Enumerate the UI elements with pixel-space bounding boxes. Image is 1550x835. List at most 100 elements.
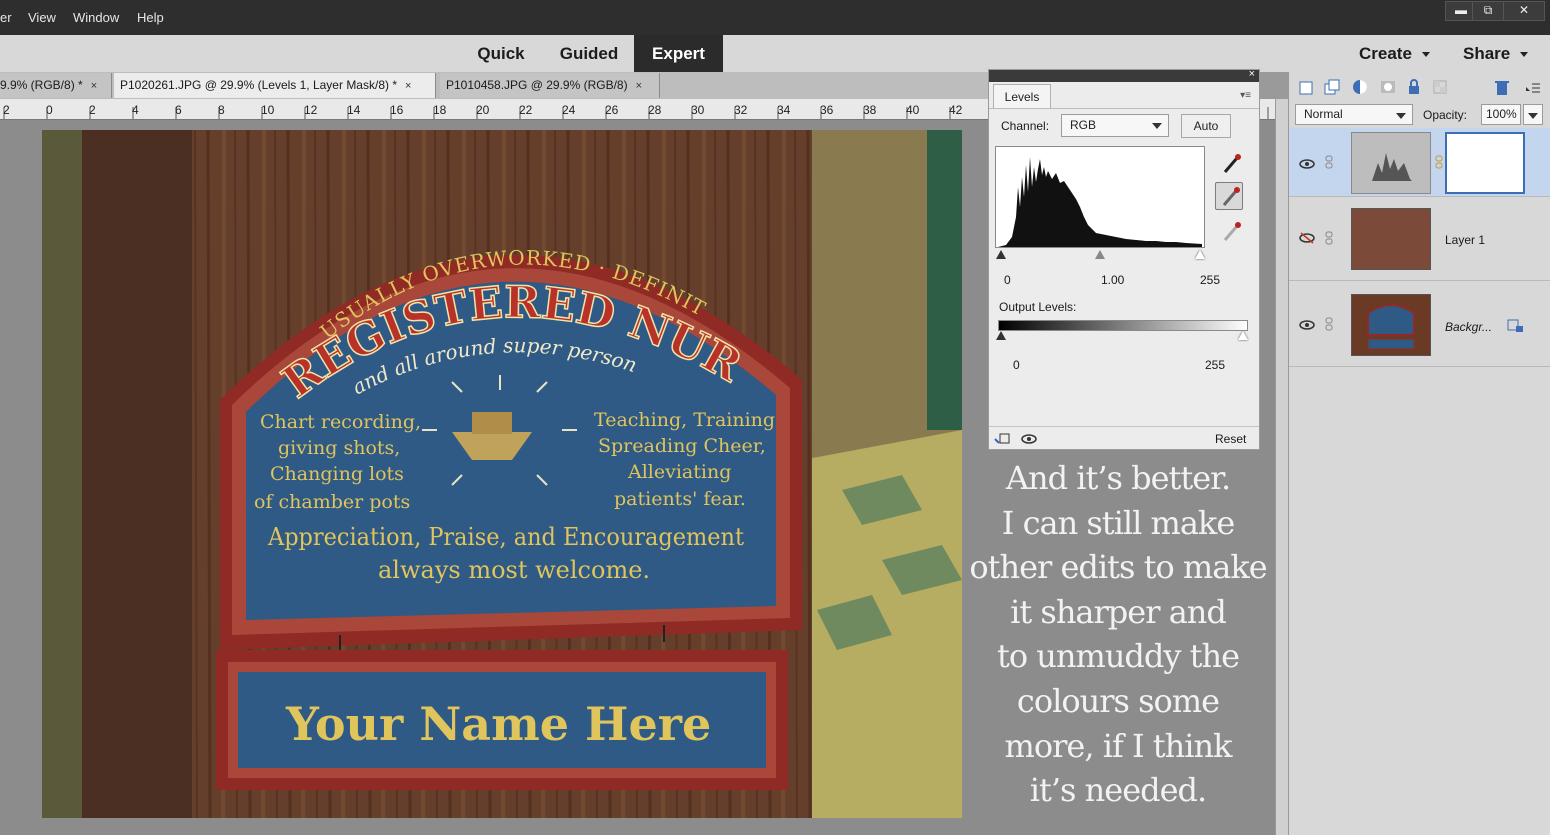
mode-expert-tab[interactable]: Expert xyxy=(634,35,723,72)
input-black-slider[interactable] xyxy=(996,250,1006,259)
opacity-dropdown[interactable] xyxy=(1523,104,1543,125)
reset-button[interactable]: Reset xyxy=(1215,432,1246,446)
menu-item-view[interactable]: View xyxy=(28,10,56,25)
share-label: Share xyxy=(1463,44,1511,63)
input-gamma-slider[interactable] xyxy=(1095,250,1105,259)
close-icon[interactable]: × xyxy=(405,80,411,92)
opacity-label: Opacity: xyxy=(1423,108,1468,122)
doc-tab-2[interactable]: P1020261.JPG @ 29.9% (Levels 1, Layer Ma… xyxy=(114,73,436,98)
doc-tab-1[interactable]: 9.9% (RGB/8) * × xyxy=(0,73,112,98)
blend-mode-select[interactable]: Normal xyxy=(1295,104,1413,125)
divider xyxy=(989,108,1259,109)
trash-icon[interactable] xyxy=(1493,78,1511,96)
chevron-down-icon xyxy=(1421,52,1430,58)
layer-mask-icon[interactable] xyxy=(1379,78,1397,96)
gray-point-eyedropper-icon[interactable] xyxy=(1215,182,1243,210)
annotation-line: to unmuddy the xyxy=(996,637,1240,676)
ruler-label: 36 xyxy=(820,103,834,117)
close-window-button[interactable]: ✕ xyxy=(1503,1,1545,21)
link-icon[interactable] xyxy=(1435,155,1443,169)
link-icon xyxy=(1325,155,1333,169)
annotation-line: other edits to make xyxy=(969,548,1267,587)
sign-right-line: Teaching, Training xyxy=(594,409,775,431)
layer-mask-thumbnail[interactable] xyxy=(1445,132,1525,194)
input-black-value: 0 xyxy=(1004,273,1011,287)
share-menu[interactable]: Share xyxy=(1463,35,1529,72)
lock-transparency-icon[interactable] xyxy=(1431,78,1449,96)
menu-item-file[interactable]: er xyxy=(0,10,12,25)
sign-right-line: Spreading Cheer, xyxy=(598,435,766,457)
vertical-scrollbar[interactable] xyxy=(1275,99,1289,835)
layer-name: Backgr... xyxy=(1445,320,1492,334)
ruler-label: 10 xyxy=(261,103,275,117)
ruler-label: 14 xyxy=(347,103,361,117)
chevron-down-icon xyxy=(1152,123,1162,129)
sign-left-line: giving shots, xyxy=(278,437,400,459)
annotation-text: And it’s better. I can still make other … xyxy=(968,456,1268,813)
black-point-eyedropper-icon[interactable] xyxy=(1217,150,1245,178)
ruler-label: 28 xyxy=(648,103,662,117)
ruler-label: 38 xyxy=(863,103,877,117)
new-layer-icon[interactable] xyxy=(1297,78,1315,96)
menu-item-help[interactable]: Help xyxy=(137,10,164,25)
layer-row-background[interactable]: Backgr... xyxy=(1289,282,1550,367)
eye-icon[interactable] xyxy=(1299,158,1315,170)
sign-right-line: patients' fear. xyxy=(614,488,746,510)
input-white-slider[interactable] xyxy=(1195,250,1205,259)
ruler-label: 34 xyxy=(777,103,791,117)
new-group-icon[interactable] xyxy=(1323,78,1341,96)
opacity-value: 100% xyxy=(1486,107,1517,121)
ruler-label: 20 xyxy=(476,103,490,117)
ruler-label: 30 xyxy=(691,103,705,117)
sign-name-plate: Your Name Here xyxy=(285,697,711,751)
close-icon[interactable]: × xyxy=(1249,68,1255,80)
doc-tab-3[interactable]: P1010458.JPG @ 29.9% (RGB/8) × xyxy=(440,73,660,98)
lock-icon[interactable] xyxy=(1405,78,1423,96)
white-point-eyedropper-icon[interactable] xyxy=(1217,218,1245,246)
ruler-label: 42 xyxy=(949,103,963,117)
sign-left-line: Changing lots xyxy=(270,463,404,485)
layer-row-layer-1[interactable]: Layer 1 xyxy=(1289,196,1550,281)
ruler-label: 2 xyxy=(89,103,96,117)
ruler-label: 26 xyxy=(605,103,619,117)
histogram xyxy=(995,146,1205,248)
opacity-input[interactable]: 100% xyxy=(1481,104,1521,125)
output-white-slider[interactable] xyxy=(1238,331,1248,340)
layer-row-levels[interactable] xyxy=(1289,128,1550,197)
annotation-line: more, if I think xyxy=(1004,726,1233,765)
panel-menu-icon[interactable] xyxy=(1523,78,1541,96)
eye-hidden-icon[interactable] xyxy=(1299,232,1315,244)
mode-guided-tab[interactable]: Guided xyxy=(548,35,630,72)
tab-levels[interactable]: Levels xyxy=(993,84,1051,109)
output-black-slider[interactable] xyxy=(996,331,1006,340)
levels-thumbnail xyxy=(1351,132,1431,194)
adjustment-layer-icon[interactable] xyxy=(1351,78,1369,96)
levels-panel: × Levels ▾≡ Channel: RGB Auto 0 1.00 255… xyxy=(988,68,1260,450)
sign-bottom-line-2: always most welcome. xyxy=(378,556,650,584)
output-levels-label: Output Levels: xyxy=(999,300,1077,314)
clip-to-layer-icon[interactable] xyxy=(993,432,1011,446)
create-menu[interactable]: Create xyxy=(1359,35,1430,72)
chevron-down-icon xyxy=(1528,113,1538,119)
close-icon[interactable]: × xyxy=(91,80,97,92)
locked-layer-icon[interactable] xyxy=(1507,318,1525,334)
channel-select[interactable]: RGB xyxy=(1061,114,1169,137)
blend-mode-value: Normal xyxy=(1304,107,1343,121)
link-icon xyxy=(1325,317,1333,331)
restore-button[interactable]: ⧉ xyxy=(1472,1,1504,21)
document-image[interactable]: USUALLY OVERWORKED · DEFINITELY UNDERPAI… xyxy=(42,130,962,818)
mode-quick-tab[interactable]: Quick xyxy=(466,35,536,72)
divider xyxy=(989,426,1259,427)
menu-item-window[interactable]: Window xyxy=(73,10,119,25)
tab-label: P1020261.JPG @ 29.9% (Levels 1, Layer Ma… xyxy=(120,78,397,92)
panel-menu-icon[interactable]: ▾≡ xyxy=(1240,90,1251,101)
auto-button[interactable]: Auto xyxy=(1181,114,1231,138)
mode-bar: Quick Guided Expert Create Share xyxy=(0,35,1550,72)
ruler-label: 16 xyxy=(390,103,404,117)
chevron-down-icon xyxy=(1396,113,1406,119)
levels-titlebar[interactable]: × xyxy=(989,68,1259,82)
eye-icon[interactable] xyxy=(1299,319,1315,331)
histogram-graph xyxy=(998,157,1202,247)
eye-icon[interactable] xyxy=(1021,433,1037,445)
close-icon[interactable]: × xyxy=(636,80,642,92)
